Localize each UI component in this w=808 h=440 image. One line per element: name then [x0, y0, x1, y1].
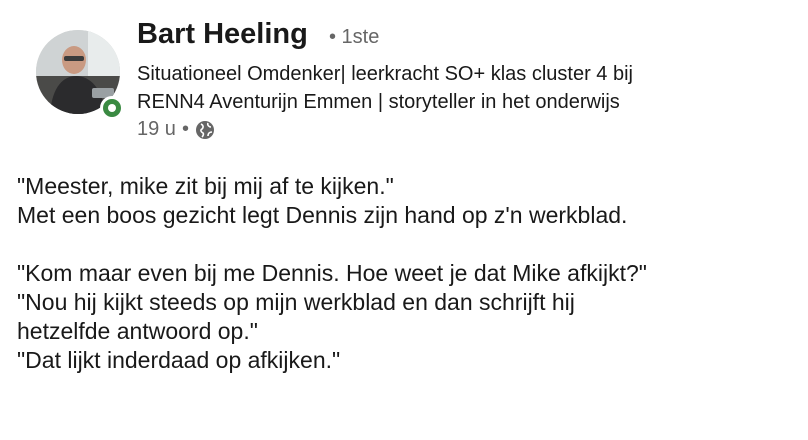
- post-line: "Dat lijkt inderdaad op afkijken.": [17, 347, 341, 373]
- online-status-dot: [103, 99, 121, 117]
- author-headline: Situationeel Omdenker| leerkracht SO+ kl…: [137, 60, 797, 116]
- feed-post: Bart Heeling • 1ste Situationeel Omdenke…: [0, 0, 808, 440]
- author-avatar-container[interactable]: [36, 30, 124, 128]
- headline-line: Situationeel Omdenker| leerkracht SO+ kl…: [137, 63, 633, 85]
- online-status-indicator: [100, 96, 124, 120]
- connection-degree: • 1ste: [329, 26, 380, 48]
- post-line: "Meester, mike zit bij mij af te kijken.…: [17, 173, 394, 199]
- post-text: "Meester, mike zit bij mij af te kijken.…: [17, 172, 803, 375]
- globe-icon[interactable]: [195, 120, 215, 140]
- post-line: "Kom maar even bij me Dennis. Hoe weet j…: [17, 260, 647, 286]
- post-time: 19 u: [137, 118, 176, 140]
- post-meta: 19 u •: [137, 118, 215, 141]
- post-line: "Nou hij kijkt steeds op mijn werkblad e…: [17, 289, 575, 315]
- post-line: Met een boos gezicht legt Dennis zijn ha…: [17, 202, 628, 228]
- author-name[interactable]: Bart Heeling: [137, 18, 308, 51]
- headline-line: RENN4 Aventurijn Emmen | storyteller in …: [137, 91, 620, 113]
- post-line: hetzelfde antwoord op.": [17, 318, 258, 344]
- meta-separator: •: [181, 118, 189, 140]
